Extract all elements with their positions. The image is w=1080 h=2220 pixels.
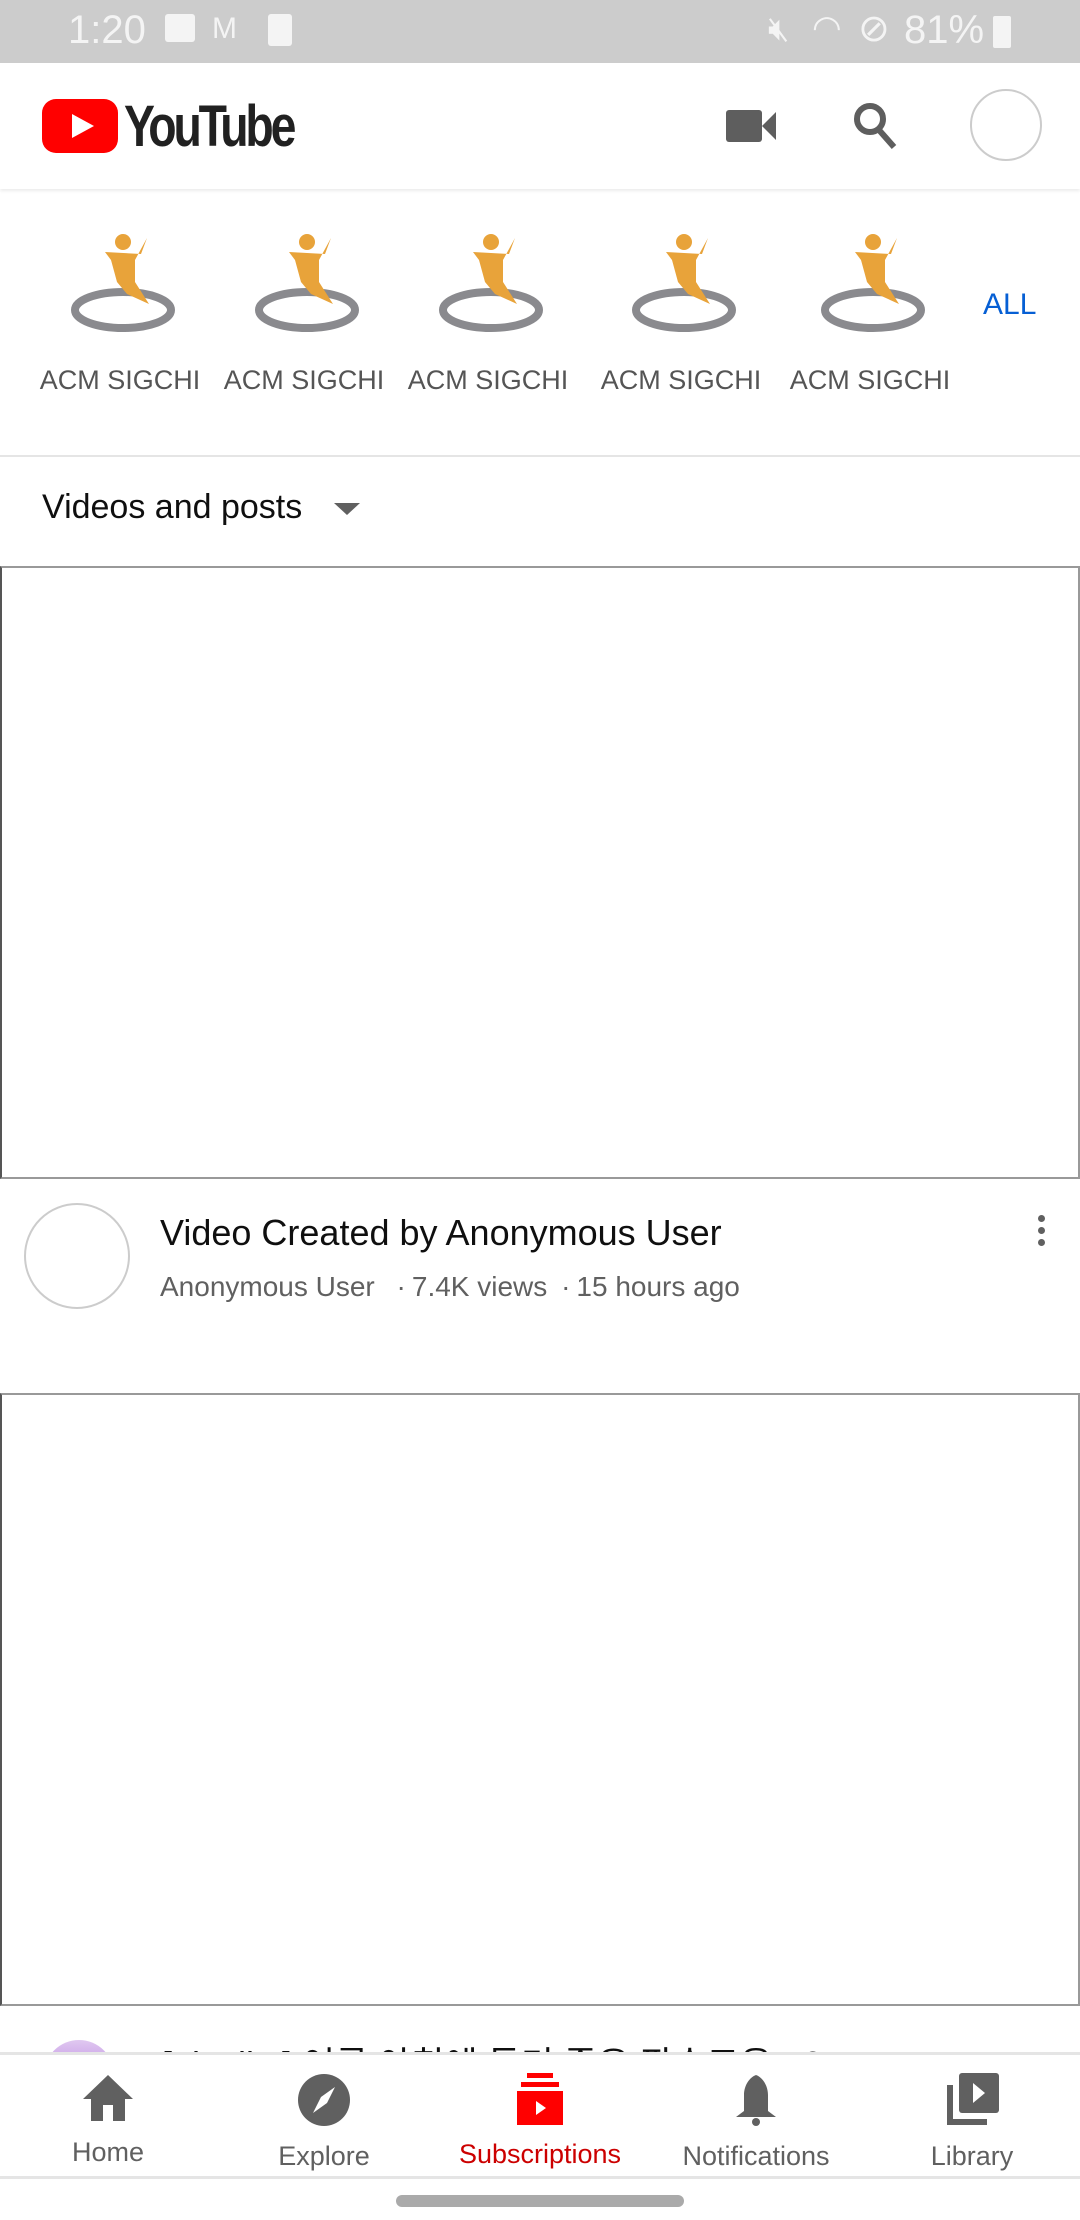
nav-label: Explore	[278, 2141, 370, 2171]
video-views: 7.4K views	[411, 1271, 548, 1302]
content-filter-dropdown[interactable]: Videos and posts	[42, 488, 360, 527]
gmail-notification-icon: M	[212, 12, 237, 45]
youtube-logo-icon[interactable]	[42, 99, 118, 153]
wifi-icon: ◠	[812, 9, 842, 47]
sigchi-logo-icon	[632, 234, 736, 332]
channel-avatar[interactable]	[24, 1203, 130, 1309]
video-info[interactable]: [playlist] 여름 아침에 듣기 좋은 팝송모음 #2	[0, 2006, 1080, 2052]
channel-name: ACM SIGCHI	[223, 365, 385, 395]
all-channels-link[interactable]: ALL	[983, 288, 1036, 322]
top-app-bar: YouTube	[0, 63, 1080, 189]
video-thumbnail[interactable]	[0, 566, 1080, 1179]
nav-label: Subscriptions	[458, 2139, 622, 2169]
home-icon	[83, 2075, 133, 2121]
more-options-icon[interactable]	[1038, 1215, 1046, 1246]
status-time: 1:20	[68, 8, 146, 52]
nav-label: Library	[930, 2141, 1014, 2171]
channel-name: ACM SIGCHI	[39, 365, 201, 395]
dnd-icon: ⊘	[858, 8, 890, 50]
app-title: YouTube	[124, 94, 296, 159]
channel-name: ACM SIGCHI	[600, 365, 762, 395]
clock-notification-icon	[268, 14, 292, 46]
search-icon[interactable]	[852, 101, 900, 151]
channel-item[interactable]: ACM SIGCHI	[214, 230, 394, 396]
gallery-notification-icon	[165, 14, 195, 42]
gesture-home-bar[interactable]	[396, 2195, 684, 2207]
nav-label: Home	[71, 2137, 145, 2167]
channel-item[interactable]: ACM SIGCHI	[398, 230, 578, 396]
channel-avatar[interactable]	[44, 2040, 114, 2052]
nav-notifications[interactable]: Notifications	[648, 2055, 864, 2176]
filter-label: Videos and posts	[42, 488, 303, 526]
status-bar: 1:20 M 🔇︎ ◠ ⊘ 81%	[0, 0, 1080, 63]
battery-icon	[993, 16, 1011, 48]
sigchi-logo-icon	[71, 234, 175, 332]
channel-name: ACM SIGCHI	[407, 365, 569, 395]
video-camera-icon[interactable]	[726, 108, 778, 144]
channel-item[interactable]: ACM SIGCHI	[780, 230, 960, 396]
mute-icon: 🔇︎	[768, 10, 790, 48]
account-avatar[interactable]	[970, 89, 1042, 161]
video-title: Video Created by Anonymous User	[160, 1212, 722, 1253]
video-thumbnail[interactable]	[0, 1393, 1080, 2006]
nav-home[interactable]: Home	[0, 2055, 216, 2176]
bell-icon	[736, 2075, 776, 2126]
video-meta: Anonymous User · 7.4K views · 15 hours ago	[160, 1271, 740, 1302]
channel-item[interactable]: ACM SIGCHI	[30, 230, 210, 396]
sigchi-logo-icon	[439, 234, 543, 332]
sigchi-logo-icon	[255, 234, 359, 332]
sigchi-logo-icon	[821, 234, 925, 332]
battery-percent: 81%	[904, 8, 985, 52]
dropdown-arrow-icon	[333, 503, 360, 516]
library-icon	[947, 2073, 999, 2125]
video-channel: Anonymous User	[160, 1271, 375, 1302]
nav-library[interactable]: Library	[864, 2055, 1080, 2176]
nav-label: Notifications	[682, 2141, 830, 2171]
channel-name: ACM SIGCHI	[789, 365, 951, 395]
video-title: [playlist] 여름 아침에 듣기 좋은 팝송모음 #2	[162, 2036, 823, 2052]
bottom-navigation: Home Explore Subscriptions Notifications…	[0, 2052, 1080, 2179]
compass-icon	[298, 2074, 350, 2126]
video-info[interactable]: Video Created by Anonymous User Anonymou…	[0, 1179, 1080, 1391]
video-age: 15 hours ago	[576, 1271, 740, 1302]
nav-subscriptions[interactable]: Subscriptions	[432, 2055, 648, 2176]
nav-explore[interactable]: Explore	[216, 2055, 432, 2176]
channel-item[interactable]: ACM SIGCHI	[591, 230, 771, 396]
divider	[0, 455, 1080, 457]
subscriptions-icon	[517, 2073, 563, 2125]
